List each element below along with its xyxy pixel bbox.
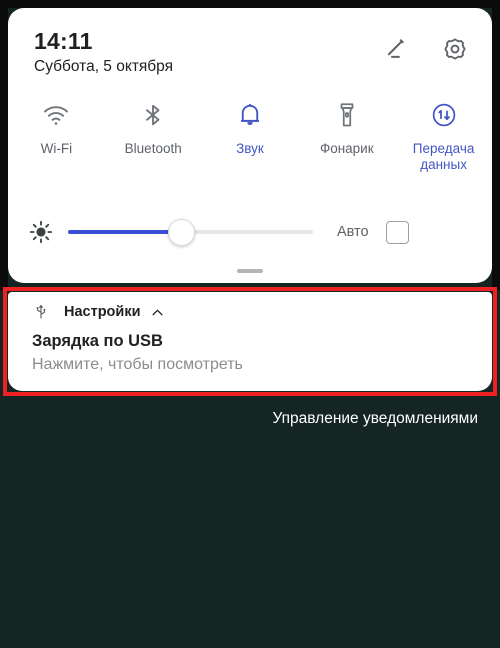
brightness-row: Авто [8, 210, 492, 254]
notification-highlight-box [3, 287, 497, 396]
manage-notifications-button[interactable]: Управление уведомлениями [273, 410, 478, 428]
phone-screen: 14:11 Суббота, 5 октября Wi-Fi Bluetooth… [0, 0, 500, 648]
auto-brightness-label: Авто [337, 224, 369, 240]
toggle-label-flashlight: Фонарик [319, 141, 374, 156]
pencil-icon[interactable] [382, 34, 412, 64]
slider-thumb[interactable] [168, 219, 195, 246]
toggle-label-mobile-data: Передача данных [412, 141, 475, 172]
status-time: 14:11 [34, 28, 93, 54]
panel-drag-handle[interactable] [237, 269, 263, 273]
slider-fill [68, 230, 184, 234]
mobile-data-icon [429, 100, 459, 130]
wifi-icon [41, 100, 71, 130]
flashlight-icon [332, 100, 362, 130]
quick-settings-toggles: Wi-Fi Bluetooth Звук Фонарик Передача да… [8, 100, 492, 173]
toggle-flashlight[interactable]: Фонарик [298, 100, 395, 173]
bluetooth-icon [138, 100, 168, 130]
bezel-left [0, 0, 8, 290]
toggle-wifi[interactable]: Wi-Fi [8, 100, 105, 173]
quick-settings-header: 14:11 Суббота, 5 октября [8, 8, 492, 96]
toggle-label-wifi: Wi-Fi [40, 141, 73, 156]
bezel-top [0, 0, 500, 8]
header-actions [382, 34, 470, 64]
gear-icon[interactable] [440, 34, 470, 64]
quick-settings-panel: 14:11 Суббота, 5 октября Wi-Fi Bluetooth… [8, 8, 492, 283]
toggle-bluetooth[interactable]: Bluetooth [105, 100, 202, 173]
clock-block: 14:11 Суббота, 5 октября [34, 28, 173, 78]
auto-brightness-checkbox[interactable] [385, 220, 409, 244]
brightness-icon [28, 219, 54, 245]
bell-icon [235, 100, 265, 130]
toggle-label-bluetooth: Bluetooth [124, 141, 182, 156]
toggle-label-sound: Звук [236, 141, 264, 156]
toggle-sound[interactable]: Звук [202, 100, 299, 173]
toggle-mobile-data[interactable]: Передача данных [395, 100, 492, 173]
brightness-slider[interactable] [68, 219, 313, 246]
status-date: Суббота, 5 октября [34, 58, 174, 75]
bezel-right [492, 0, 500, 290]
